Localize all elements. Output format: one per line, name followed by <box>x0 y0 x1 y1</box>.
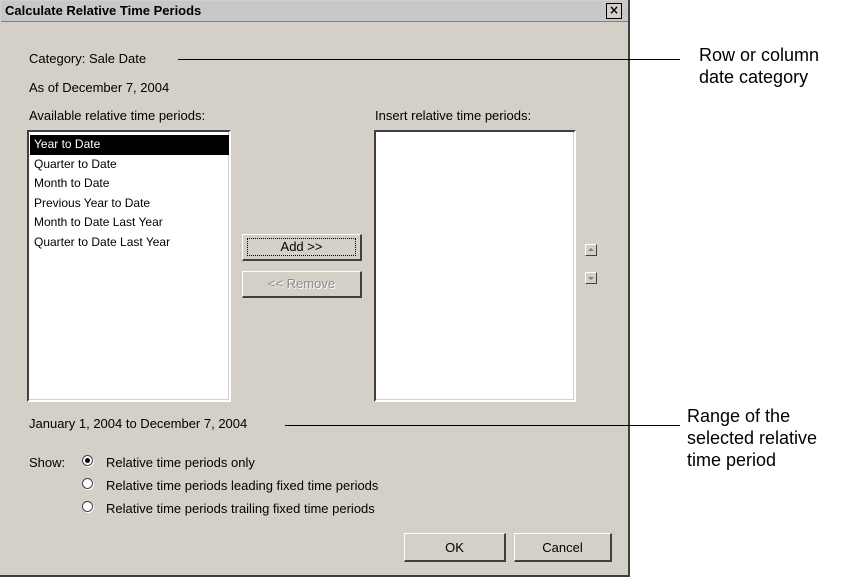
callout-text-line: Range of the <box>687 406 791 426</box>
as-of-date-label: As of December 7, 2004 <box>29 80 170 95</box>
list-item[interactable]: Year to Date <box>30 135 229 155</box>
remove-button-label: << Remove <box>267 276 336 291</box>
list-item[interactable]: Quarter to Date Last Year <box>30 233 229 253</box>
list-item[interactable]: Previous Year to Date <box>30 194 229 214</box>
cancel-button[interactable]: Cancel <box>514 533 612 562</box>
category-label: Category: Sale Date <box>29 51 147 66</box>
callout-text-line: selected relative <box>687 428 818 448</box>
callout-text-line: time period <box>687 450 777 470</box>
radio-relative-only-label[interactable]: Relative time periods only <box>106 455 255 470</box>
title-bar: Calculate Relative Time Periods × <box>1 1 628 22</box>
category-callout: Row or column date category <box>699 44 819 88</box>
add-button-label: Add >> <box>280 239 323 254</box>
radio-trailing-fixed[interactable] <box>82 501 93 512</box>
radio-trailing-fixed-label[interactable]: Relative time periods trailing fixed tim… <box>106 501 375 516</box>
radio-dot-icon <box>85 458 90 463</box>
range-callout-line <box>285 425 680 426</box>
callout-text-line: Row or column <box>699 45 820 65</box>
insert-periods-label: Insert relative time periods: <box>375 108 532 123</box>
close-icon[interactable]: × <box>606 3 622 19</box>
category-callout-line <box>178 59 680 60</box>
available-periods-label: Available relative time periods: <box>29 108 206 123</box>
callout-text-line: date category <box>699 67 809 87</box>
range-callout: Range of the selected relative time peri… <box>687 405 817 471</box>
move-up-button[interactable] <box>585 244 597 256</box>
list-item[interactable]: Month to Date <box>30 174 229 194</box>
list-item[interactable]: Month to Date Last Year <box>30 213 229 233</box>
move-down-button[interactable] <box>585 272 597 284</box>
remove-button[interactable]: << Remove <box>242 271 362 298</box>
up-arrow-icon <box>588 248 594 251</box>
radio-leading-fixed-label[interactable]: Relative time periods leading fixed time… <box>106 478 378 493</box>
ok-button[interactable]: OK <box>404 533 506 562</box>
insert-periods-list[interactable] <box>374 130 576 402</box>
range-label: January 1, 2004 to December 7, 2004 <box>29 416 248 431</box>
calculate-relative-time-periods-dialog: Calculate Relative Time Periods × Catego… <box>0 0 630 577</box>
available-periods-list[interactable]: Year to Date Quarter to Date Month to Da… <box>27 130 231 402</box>
show-label: Show: <box>29 455 66 470</box>
dialog-title: Calculate Relative Time Periods <box>5 3 202 18</box>
radio-leading-fixed[interactable] <box>82 478 93 489</box>
radio-relative-only[interactable] <box>82 455 93 466</box>
down-arrow-icon <box>588 277 594 280</box>
add-button[interactable]: Add >> <box>242 234 362 261</box>
list-item[interactable]: Quarter to Date <box>30 155 229 175</box>
